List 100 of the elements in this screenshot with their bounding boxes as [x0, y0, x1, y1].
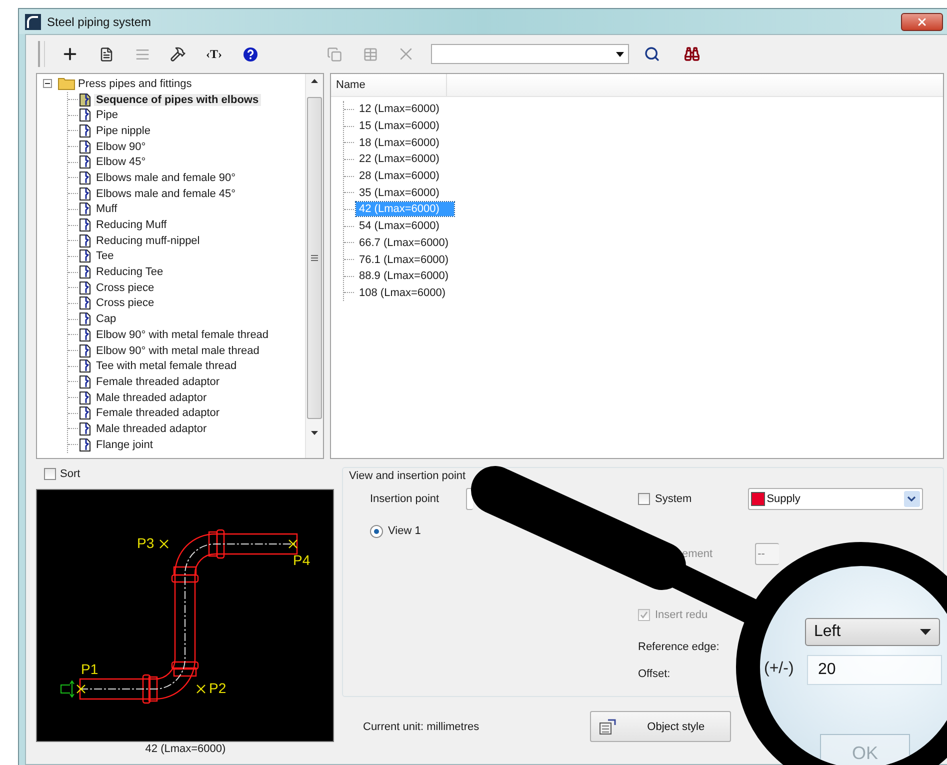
preview-caption: 42 (Lmax=6000) [144, 743, 227, 755]
view-label: View 1 [388, 525, 421, 537]
point-label: P4 [293, 552, 310, 568]
size-item[interactable]: 28 (Lmax=6000) [356, 169, 442, 184]
document-icon [79, 92, 91, 107]
close-icon [916, 16, 928, 28]
folder-icon [58, 77, 75, 90]
search-icon [644, 46, 660, 62]
window-title: Steel piping system [47, 14, 152, 28]
size-item[interactable]: 54 (Lmax=6000) [356, 219, 442, 234]
tree-item[interactable]: Sequence of pipes with elbows [94, 94, 261, 106]
document-icon [79, 328, 91, 342]
tree-item[interactable]: Elbow 90° [94, 140, 148, 153]
document-icon [79, 186, 91, 201]
document-icon [79, 218, 91, 232]
document-icon [79, 249, 91, 264]
offset-prefix: (+/-) [764, 660, 794, 678]
close-button[interactable] [901, 12, 943, 30]
tree-item[interactable]: Reducing Tee [94, 266, 166, 278]
document-icon [79, 280, 91, 295]
tree-item[interactable]: Tee [94, 250, 116, 262]
insertion-point-field[interactable] [466, 488, 474, 510]
document-icon [79, 140, 91, 154]
size-item[interactable]: 22 (Lmax=6000) [356, 152, 442, 166]
style-icon [599, 718, 618, 734]
table-icon [362, 46, 378, 62]
tree-item[interactable]: Female threaded adaptor [94, 407, 222, 420]
grip-icon [311, 255, 318, 261]
toolbar-button[interactable]: ‹T› [203, 43, 225, 65]
tree-item[interactable]: Male threaded adaptor [94, 392, 209, 404]
tree-item[interactable]: Reducing muff-nippel [94, 234, 202, 247]
system-checkbox[interactable] [638, 493, 650, 505]
document-icon [79, 234, 91, 248]
offset-field[interactable]: 20 [807, 655, 942, 685]
sort-checkbox[interactable] [44, 468, 56, 480]
tree-item[interactable]: Reducing Muff [94, 219, 169, 232]
tree-item[interactable]: Female threaded adaptor [94, 376, 222, 388]
tree-item[interactable]: Flange joint [94, 438, 155, 451]
app-icon [25, 14, 41, 30]
search-combo[interactable] [431, 44, 629, 64]
size-item[interactable]: 35 (Lmax=6000) [356, 186, 442, 200]
scroll-down-icon [311, 431, 318, 435]
scrollbar[interactable] [305, 74, 323, 458]
document-icon [79, 312, 91, 326]
size-item[interactable]: 66.7 (Lmax=6000) [356, 236, 452, 250]
point-label: P3 [137, 535, 154, 551]
tree-item[interactable]: Elbow 45° [94, 156, 148, 168]
size-item[interactable]: 108 (Lmax=6000) [356, 286, 449, 300]
system-dropdown[interactable]: Supply [748, 488, 923, 510]
tree-item[interactable]: Elbows male and female 90° [94, 172, 238, 184]
size-item[interactable]: 18 (Lmax=6000) [356, 136, 442, 150]
sort-label: Sort [60, 468, 80, 480]
collapse-icon [43, 79, 52, 88]
toolbar-grip[interactable] [38, 41, 45, 67]
tree-node[interactable]: Press pipes and fittings [43, 76, 305, 92]
caret-icon [616, 52, 624, 56]
hammer-icon [170, 46, 186, 62]
document-icon [79, 202, 91, 216]
tree-item[interactable]: Cap [94, 313, 118, 326]
document-icon [79, 374, 91, 389]
tree-item[interactable]: Muff [94, 203, 120, 216]
tree-item[interactable]: Male threaded adaptor [94, 422, 209, 435]
tree-item[interactable]: Elbow 90° with metal female thread [94, 328, 271, 341]
tree-item[interactable]: Pipe [94, 109, 120, 122]
object-style-button[interactable]: Object style [590, 711, 732, 742]
group-title: View and insertion point [349, 470, 467, 482]
scroll-up-icon [311, 79, 318, 83]
view-radio[interactable] [370, 524, 383, 538]
binoculars-icon [684, 46, 700, 62]
list-icon [134, 46, 150, 62]
document-icon [79, 422, 91, 436]
tree-item[interactable]: Tee with metal female thread [94, 360, 239, 372]
tree-item[interactable]: Cross piece [94, 282, 156, 294]
document-icon [79, 438, 91, 452]
size-item[interactable]: 15 (Lmax=6000) [356, 119, 442, 134]
element-dropdown[interactable]: -- [754, 543, 779, 565]
chevron-down-icon [907, 496, 916, 502]
size-item[interactable]: 76.1 (Lmax=6000) [356, 252, 452, 267]
insert-label: Insert redu [655, 609, 708, 621]
insertion-point-label: Insertion point [370, 493, 440, 505]
caret-icon [920, 629, 931, 635]
tree-item[interactable]: Cross piece [94, 297, 156, 310]
document-icon [79, 296, 91, 310]
document-icon [79, 344, 91, 358]
size-item[interactable]: 12 (Lmax=6000) [356, 102, 442, 116]
plus-icon [61, 45, 79, 63]
help-icon [242, 46, 258, 62]
reference-edge-label: Reference edge: [638, 641, 720, 653]
tree-item[interactable]: Elbows male and female 45° [94, 188, 238, 200]
document-icon [79, 155, 91, 170]
document-icon [79, 170, 91, 185]
tree-item[interactable]: Elbow 90° with metal male thread [94, 344, 262, 357]
offset-label: Offset: [638, 668, 670, 680]
tree-item[interactable]: Pipe nipple [94, 124, 152, 137]
column-header[interactable]: Name [331, 74, 447, 96]
document-icon [79, 406, 91, 420]
size-item[interactable]: 88.9 (Lmax=6000) [356, 269, 452, 284]
reference-edge-dropdown[interactable]: Left [805, 618, 940, 646]
document-icon [79, 124, 91, 138]
system-label: System [655, 493, 692, 505]
